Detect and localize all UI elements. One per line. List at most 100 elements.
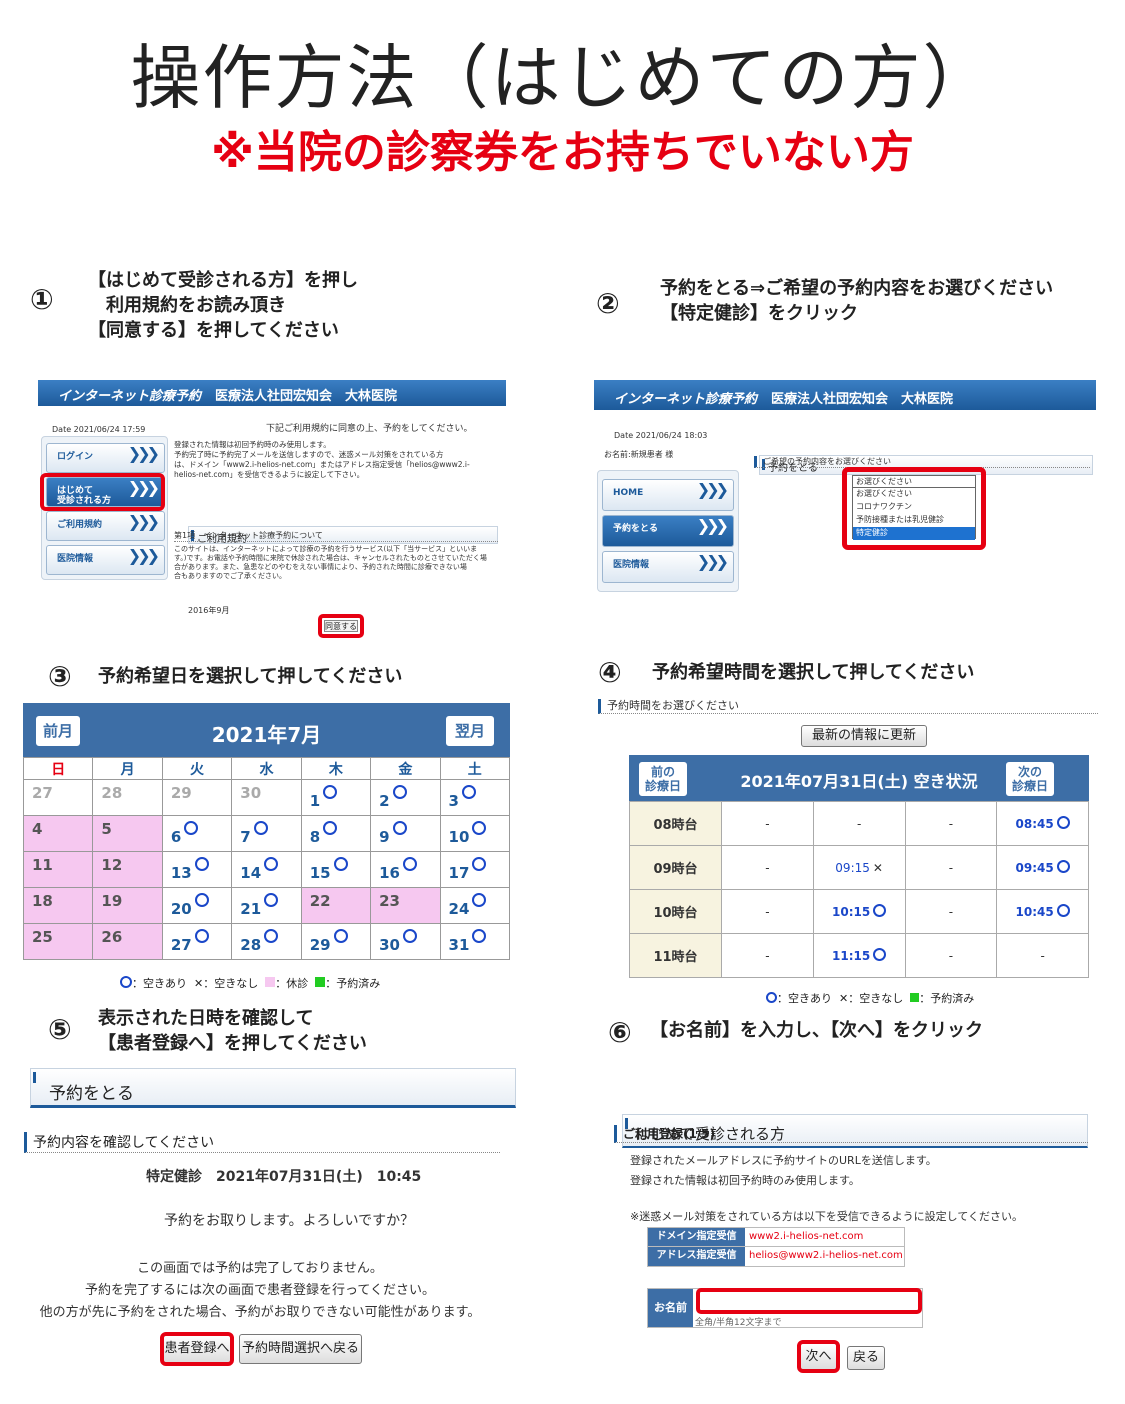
agree-button[interactable]: 同意する — [324, 620, 358, 632]
slot-time: 10:45 — [1015, 905, 1054, 919]
nav-home[interactable]: HOME ❯❯❯ — [602, 479, 734, 511]
day-number: 29 — [309, 936, 331, 954]
calendar-day[interactable]: 30 — [370, 923, 441, 960]
calendar-day[interactable]: 10 — [439, 815, 511, 852]
day-number: 28 — [240, 936, 262, 954]
day-number: 29 — [170, 784, 192, 802]
slot-time: 09:45 — [1015, 861, 1054, 875]
next-day-button[interactable]: 次の 診療日 — [1005, 761, 1055, 797]
slot-time: 08:45 — [1015, 817, 1054, 831]
side-nav-2: HOME ❯❯❯ 予約をとる ❯❯❯ 医院情報 ❯❯❯ — [597, 470, 739, 592]
step-5-number: ⑤ — [48, 1013, 72, 1046]
day-number: 24 — [448, 900, 470, 918]
time-slot: - — [904, 889, 998, 934]
calendar-week: 18 19 20 21 22 23 24 — [22, 887, 511, 924]
booked-icon — [910, 993, 920, 1002]
calendar-day: 23 — [370, 887, 441, 924]
calendar-day[interactable]: 31 — [439, 923, 511, 960]
day-number: 18 — [32, 892, 53, 910]
site-header: インターネット診療予約 医療法人社団宏知会 大林医院 — [38, 380, 506, 406]
patient-label: お名前:新規患者 様 — [604, 450, 674, 459]
calendar-day[interactable]: 14 — [231, 851, 302, 888]
calendar-day[interactable]: 1 — [300, 779, 372, 816]
calendar-day[interactable]: 9 — [370, 815, 441, 852]
time-slot: 09:15 ✕ — [812, 845, 906, 890]
step-3-number: ③ — [48, 660, 72, 693]
open-icon — [766, 992, 777, 1003]
day-number: 31 — [448, 936, 470, 954]
calendar-day[interactable]: 3 — [439, 779, 511, 816]
calendar-day[interactable]: 29 — [300, 923, 372, 960]
available-icon — [323, 785, 338, 799]
calendar-day[interactable]: 2 — [370, 779, 441, 816]
nav-book[interactable]: 予約をとる ❯❯❯ — [602, 515, 734, 547]
day-number: 27 — [170, 936, 192, 954]
calendar-day[interactable]: 6 — [161, 815, 233, 852]
weekday-header: 月 — [92, 757, 163, 780]
register-button[interactable]: 患者登録へ — [160, 1332, 234, 1366]
refresh-button[interactable]: 最新の情報に更新 — [801, 725, 927, 747]
time-slot[interactable]: 10:15 — [812, 889, 906, 934]
day-number: 11 — [32, 856, 53, 874]
nav-login[interactable]: ログイン ❯❯❯ — [46, 443, 165, 473]
calendar-day: 5 — [92, 815, 163, 852]
back-to-time-button[interactable]: 予約時間選択へ戻る — [239, 1334, 362, 1364]
calendar-day[interactable]: 27 — [161, 923, 233, 960]
prev-day-button[interactable]: 前の 診療日 — [638, 761, 688, 797]
s5-section: 予約をとる — [30, 1068, 516, 1108]
calendar-week: 27 28 29 30 1 2 3 — [22, 779, 511, 816]
time-slot: - — [721, 933, 814, 978]
revised-date: 2016年9月 — [188, 606, 230, 615]
slot-time: - — [948, 948, 954, 963]
time-slot[interactable]: 08:45 — [996, 801, 1089, 846]
available-icon — [264, 857, 279, 871]
back-button[interactable]: 戻る — [847, 1346, 885, 1370]
time-grid: 08時台 - - - 08:45 09時台 - 09:15 ✕ - 09:45 10時台 - 10:15 -… — [629, 801, 1089, 978]
calendar-day[interactable]: 21 — [231, 887, 302, 924]
calendar-day[interactable]: 7 — [231, 815, 302, 852]
calendar-grid: 日月火水木金土 27 28 29 30 1 2 3 4 5 6 7 8 9 10 11 12 13 14 15 16 1… — [22, 757, 511, 960]
name-input[interactable] — [696, 1288, 922, 1314]
available-icon — [194, 893, 209, 907]
calendar-day[interactable]: 15 — [300, 851, 372, 888]
nav-clinic-info-2[interactable]: 医院情報 ❯❯❯ — [602, 551, 734, 583]
calendar-day[interactable]: 8 — [300, 815, 372, 852]
available-icon — [333, 929, 348, 943]
calendar-day[interactable]: 24 — [439, 887, 511, 924]
prev-month-button[interactable]: 前月 — [35, 715, 81, 747]
calendar-day[interactable]: 16 — [370, 851, 441, 888]
step-6-text: 【お名前】を入力し、【次へ】をクリック — [650, 1020, 983, 1041]
available-icon — [392, 821, 407, 835]
time-slot[interactable]: 10:45 — [996, 889, 1089, 934]
day-number: 30 — [379, 936, 400, 954]
step-3-text: 予約希望日を選択して押してください — [98, 666, 403, 687]
day-number: 6 — [170, 828, 182, 846]
calendar-day[interactable]: 28 — [231, 923, 302, 960]
time-slot: - — [904, 845, 998, 890]
day-number: 21 — [240, 900, 262, 918]
calendar-day[interactable]: 20 — [161, 887, 233, 924]
calendar-legend: ：空きあり ✕：空きなし ：休診 ：予約済み — [110, 962, 380, 991]
nav-clinic-info[interactable]: 医院情報 ❯❯❯ — [46, 545, 165, 575]
nav-terms[interactable]: ご利用規約 ❯❯❯ — [46, 511, 165, 541]
time-slot: - — [904, 933, 998, 978]
step-4-number: ④ — [598, 656, 622, 689]
next-month-button[interactable]: 翌月 — [445, 715, 495, 747]
day-number: 22 — [309, 892, 331, 910]
available-icon — [1056, 904, 1070, 917]
step-6-number: ⑥ — [608, 1016, 632, 1049]
calendar-month: 2021年7月 — [23, 703, 510, 757]
time-row: 11時台 - 11:15 - - — [629, 933, 1089, 978]
day-number: 8 — [309, 828, 321, 846]
calendar-week: 4 5 6 7 8 9 10 — [22, 815, 511, 852]
time-slot[interactable]: 11:15 — [812, 933, 906, 978]
calendar-week: 25 26 27 28 29 30 31 — [22, 923, 511, 960]
page-subtitle: ※当院の診察券をお持ちでいない方 — [211, 127, 914, 178]
next-button[interactable]: 次へ — [797, 1340, 840, 1373]
calendar-day[interactable]: 17 — [439, 851, 511, 888]
time-slot[interactable]: 09:45 — [996, 845, 1089, 890]
terms-intro: 下記ご利用規約に同意の上、予約をしてください。 — [266, 424, 473, 434]
calendar-day[interactable]: 13 — [161, 851, 233, 888]
name-label: お名前 — [648, 1289, 693, 1327]
day-number: 12 — [101, 856, 123, 874]
